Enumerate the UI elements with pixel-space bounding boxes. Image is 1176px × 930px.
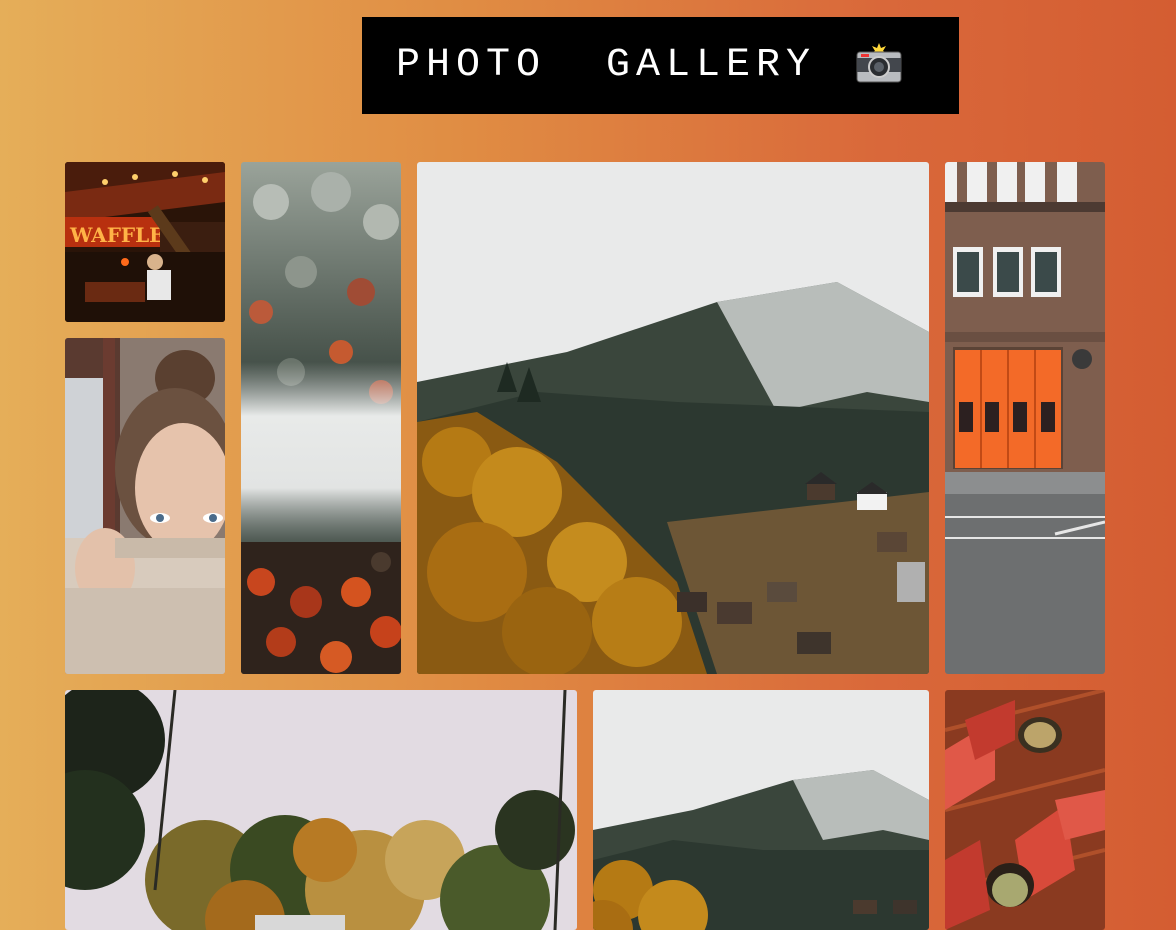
photo-waffle-stand[interactable]: WAFFLES [65, 162, 225, 322]
photo-frosted-forest[interactable] [241, 162, 401, 674]
red-shutters-image [945, 690, 1105, 930]
page-title: PHOTO GALLERY [396, 43, 817, 88]
photo-foggy-mountain-village[interactable] [417, 162, 929, 674]
photo-woman-sweater[interactable] [65, 338, 225, 674]
photo-fire-station[interactable] [945, 162, 1105, 674]
frosted-forest-image [241, 162, 401, 674]
camera-with-flash-icon [856, 42, 902, 82]
gallery-header: PHOTO GALLERY [362, 17, 959, 114]
autumn-trees-sky-image [65, 690, 577, 930]
foggy-mountain-village-2-image [593, 690, 929, 930]
photo-foggy-mountain-village-2[interactable] [593, 690, 929, 930]
photo-red-shutters[interactable] [945, 690, 1105, 930]
fire-station-image [945, 162, 1105, 674]
foggy-mountain-village-image [417, 162, 929, 674]
woman-sweater-image [65, 338, 225, 674]
waffle-stand-image: WAFFLES [65, 162, 225, 322]
photo-autumn-trees-sky[interactable] [65, 690, 577, 930]
